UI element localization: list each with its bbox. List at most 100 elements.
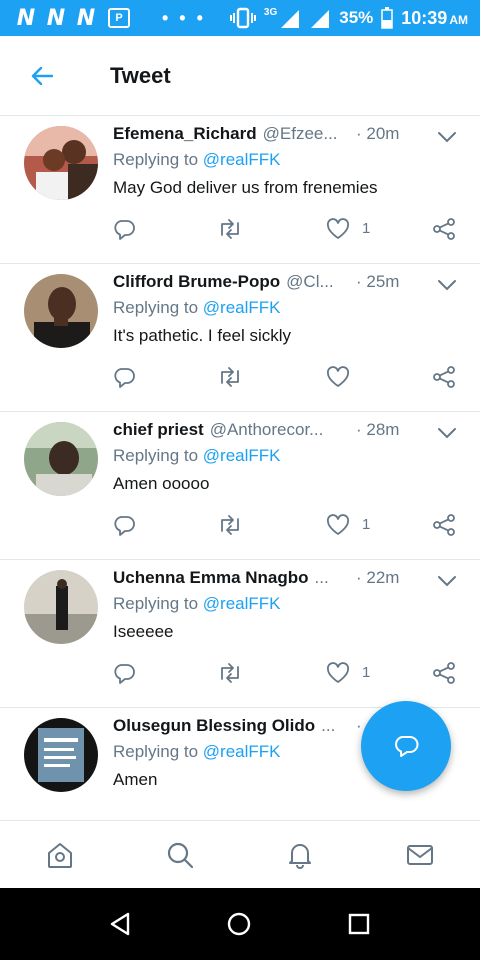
retweet-button[interactable]: [217, 216, 243, 242]
tweet-time: · 28m: [356, 420, 400, 439]
tweet-text: May God deliver us from frenemies: [113, 178, 378, 197]
tweet-text: Iseeeee: [113, 622, 174, 641]
more-notifications-icon: • • •: [162, 7, 206, 28]
retweet-icon: [221, 663, 239, 683]
like-button[interactable]: [325, 512, 351, 538]
tab-home[interactable]: [42, 837, 78, 873]
notification-icon: N: [46, 5, 66, 31]
avatar[interactable]: [24, 422, 98, 496]
reply-button[interactable]: [111, 216, 137, 242]
reply-button[interactable]: [111, 364, 137, 390]
tab-messages[interactable]: [402, 837, 438, 873]
avatar[interactable]: [24, 718, 98, 792]
chevron-down-icon[interactable]: [436, 574, 458, 588]
author-name[interactable]: Efemena_Richard: [113, 124, 257, 144]
share-button[interactable]: [431, 660, 457, 686]
chevron-down-icon[interactable]: [436, 426, 458, 440]
share-button[interactable]: [431, 216, 457, 242]
system-nav-bar: [0, 888, 480, 960]
share-icon: [433, 662, 455, 684]
replying-to: Replying to @realFFK: [113, 446, 281, 465]
tweet-actions: 1: [0, 216, 480, 246]
mention-link[interactable]: @realFFK: [203, 150, 281, 169]
tweet-time: ·: [356, 716, 362, 735]
retweet-icon: [221, 367, 239, 387]
like-button[interactable]: [325, 216, 351, 242]
tab-notifications[interactable]: [282, 837, 318, 873]
author-name[interactable]: Olusegun Blessing Olido: [113, 716, 315, 736]
mention-link[interactable]: @realFFK: [203, 742, 281, 761]
battery-percent: 35%: [339, 8, 374, 27]
retweet-button[interactable]: [217, 364, 243, 390]
author-name[interactable]: chief priest: [113, 420, 204, 440]
avatar[interactable]: [24, 126, 98, 200]
retweet-button[interactable]: [217, 660, 243, 686]
author-name[interactable]: Clifford Brume-Popo: [113, 272, 280, 292]
app-header: Tweet: [0, 36, 480, 116]
tab-search[interactable]: [162, 837, 198, 873]
notification-icon: N: [76, 5, 96, 31]
notification-icon: N: [16, 5, 36, 31]
author-handle: ...: [314, 568, 329, 587]
tweet-item[interactable]: Clifford Brume-Popo @Cl... · 25m Replyin…: [0, 264, 480, 412]
replying-to: Replying to @realFFK: [113, 298, 281, 317]
back-button[interactable]: [12, 46, 72, 106]
heart-icon: [326, 662, 350, 683]
author-handle: @Cl...: [286, 272, 334, 291]
author-name[interactable]: Uchenna Emma Nnagbo: [113, 568, 309, 588]
avatar[interactable]: [24, 274, 98, 348]
replying-to: Replying to @realFFK: [113, 742, 281, 761]
signal-icon: [281, 10, 300, 28]
vibrate-icon: [229, 7, 256, 29]
share-button[interactable]: [431, 364, 457, 390]
status-bar: N N N P • • • 3G 35% 10:39 AM: [0, 0, 480, 36]
mention-link[interactable]: @realFFK: [203, 446, 281, 465]
like-count: 1: [362, 664, 371, 681]
chevron-down-icon[interactable]: [436, 278, 458, 292]
tweet-time: · 22m: [356, 568, 400, 587]
arrow-left-icon: [31, 66, 53, 85]
tweet-actions: 1: [0, 512, 480, 542]
avatar[interactable]: [24, 570, 98, 644]
reply-icon: [114, 368, 135, 388]
tweet-item[interactable]: chief priest @Anthorecor... · 28m Replyi…: [0, 412, 480, 560]
replying-to: Replying to @realFFK: [113, 594, 281, 613]
tweet-time: · 25m: [356, 272, 400, 291]
heart-icon: [326, 514, 350, 535]
network-type: 3G: [263, 6, 278, 18]
page-title: Tweet: [110, 62, 171, 88]
compose-reply-button[interactable]: [361, 701, 451, 791]
nav-home-button[interactable]: [223, 908, 255, 940]
search-icon: [167, 842, 194, 869]
home-icon: [48, 843, 72, 868]
nav-back-button[interactable]: [104, 908, 136, 940]
reply-button[interactable]: [111, 660, 137, 686]
reply-icon: [114, 220, 135, 240]
author-handle: @Anthorecor...: [209, 420, 324, 439]
tweet-text: It's pathetic. I feel sickly: [113, 326, 292, 345]
like-button[interactable]: [325, 364, 351, 390]
author-handle: @Efzee...: [262, 124, 338, 143]
like-button[interactable]: [325, 660, 351, 686]
tweet-item[interactable]: Efemena_Richard @Efzee... · 20m Replying…: [0, 116, 480, 264]
bottom-tab-bar: [0, 820, 480, 888]
replying-to: Replying to @realFFK: [113, 150, 281, 169]
nav-recents-button[interactable]: [343, 908, 375, 940]
share-icon: [433, 514, 455, 536]
retweet-icon: [221, 219, 239, 239]
reply-button[interactable]: [111, 512, 137, 538]
retweet-button[interactable]: [217, 512, 243, 538]
chevron-down-icon[interactable]: [436, 130, 458, 144]
tweet-item[interactable]: Uchenna Emma Nnagbo ... · 22m Replying t…: [0, 560, 480, 708]
tweet-text: Amen: [113, 770, 158, 789]
clock: 10:39 AM: [401, 7, 468, 28]
mention-link[interactable]: @realFFK: [203, 594, 281, 613]
pay-app-icon: P: [108, 8, 130, 28]
tweet-time: · 20m: [356, 124, 400, 143]
battery-icon: [381, 7, 394, 29]
bell-icon: [289, 844, 311, 869]
share-icon: [433, 366, 455, 388]
share-button[interactable]: [431, 512, 457, 538]
mention-link[interactable]: @realFFK: [203, 298, 281, 317]
square-recents-icon: [348, 913, 370, 935]
